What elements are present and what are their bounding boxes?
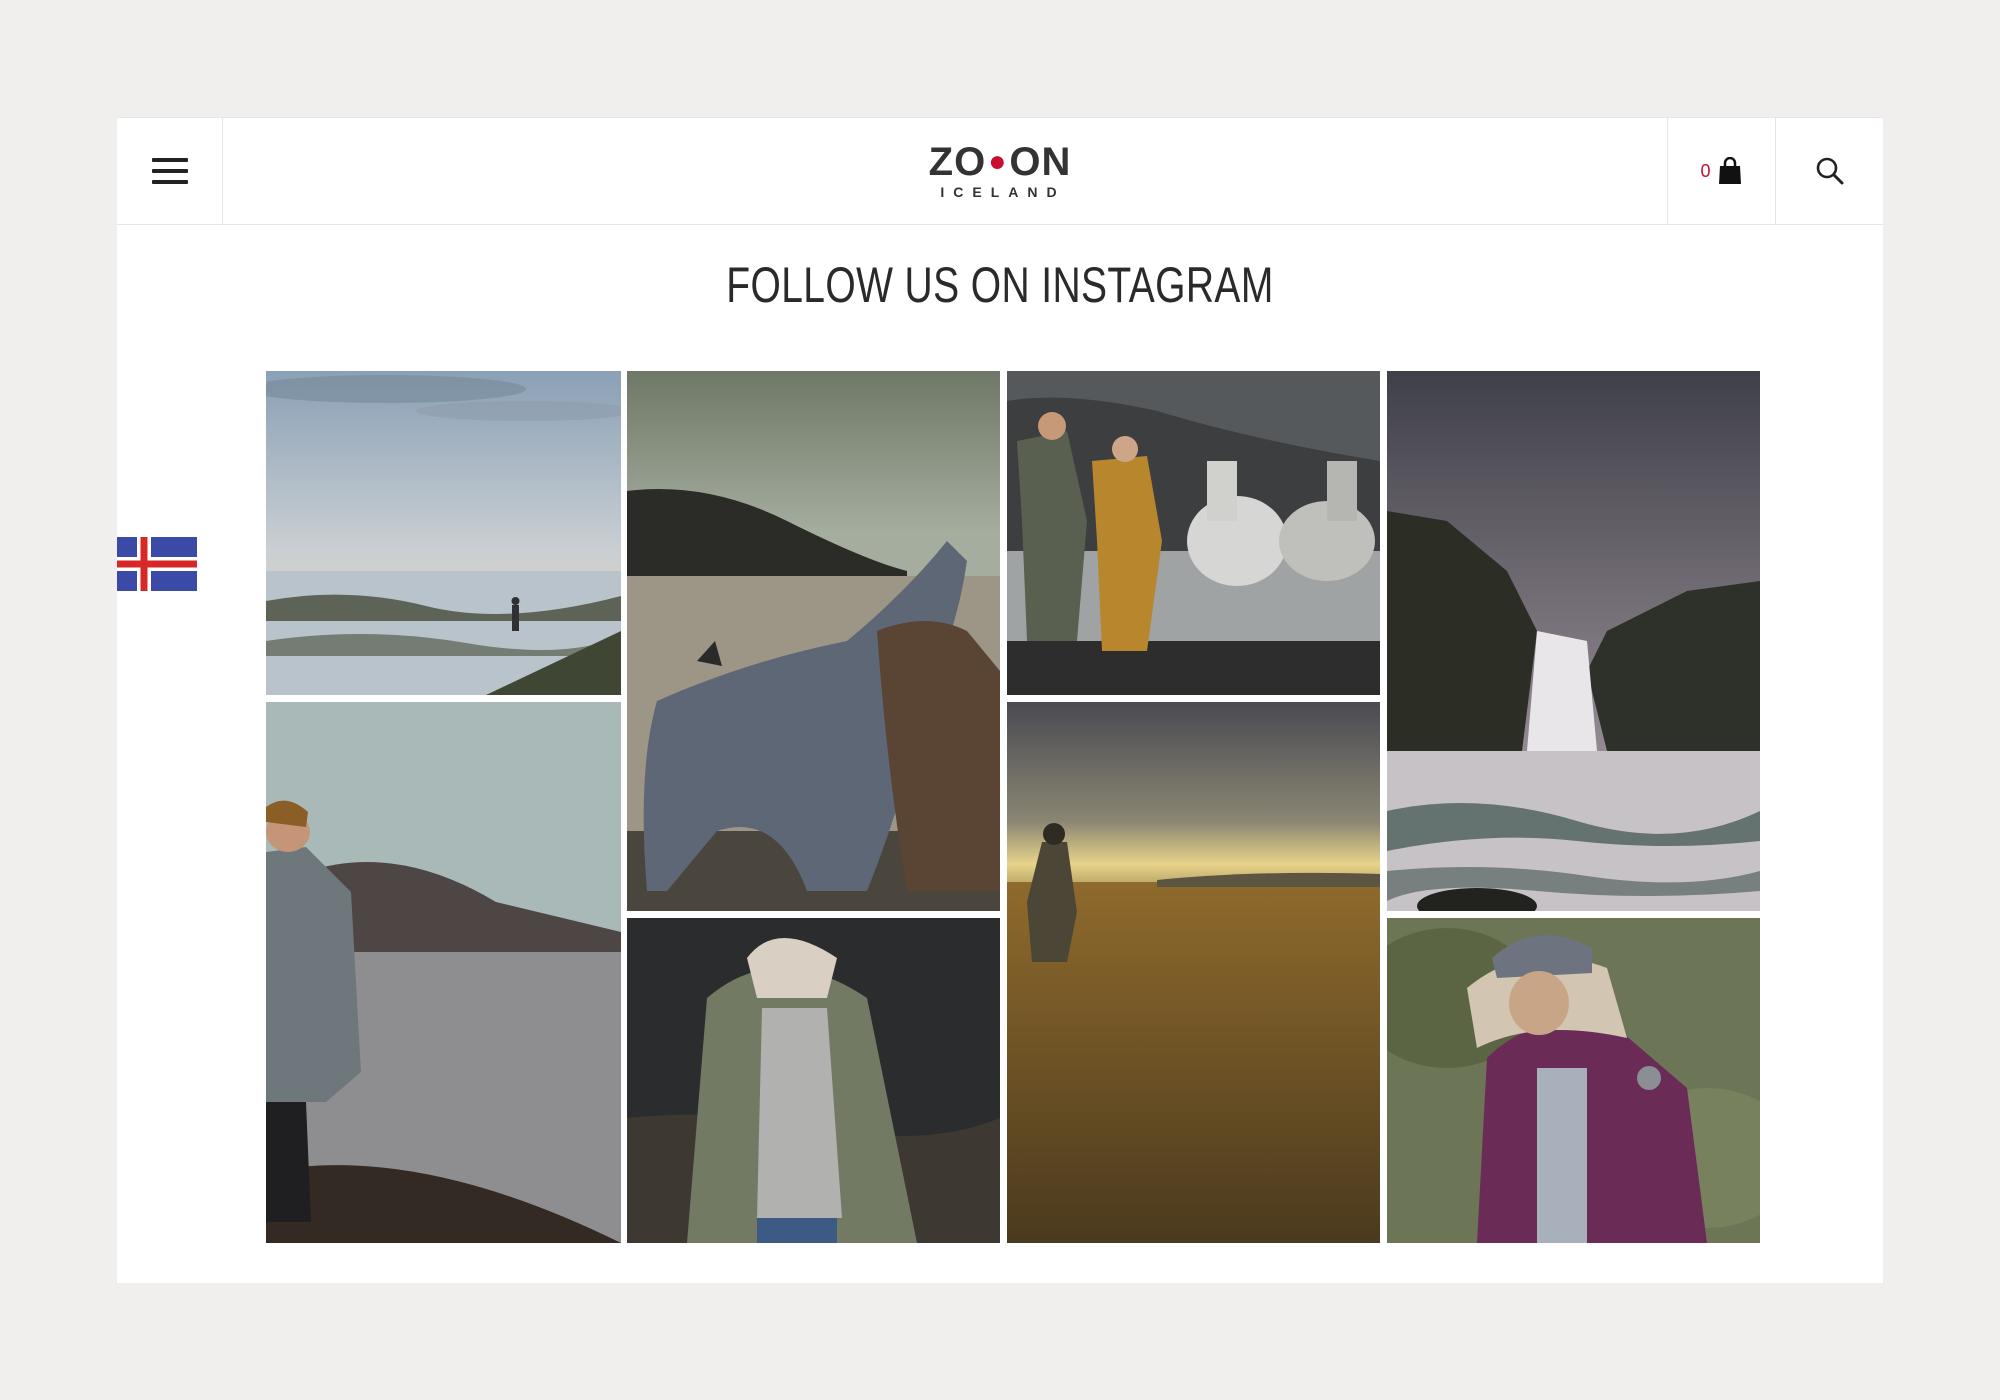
search-button[interactable] (1775, 118, 1883, 224)
instagram-post-woman-purple-parka[interactable] (1387, 918, 1760, 1243)
menu-button[interactable] (117, 118, 223, 224)
instagram-post-lone-walker-river-delta[interactable] (266, 371, 621, 695)
page: ZO●ON ICELAND 0 FOLLOW US ON INSTAGRAM (117, 117, 1883, 1283)
shopping-bag-icon (1718, 157, 1741, 184)
hamburger-menu-icon (151, 158, 188, 162)
instagram-post-sunset-grass-field[interactable] (1007, 702, 1380, 1243)
instagram-post-couple-running-with-horses[interactable] (1007, 371, 1380, 695)
cart-count: 0 (1700, 160, 1711, 181)
language-selector[interactable] (117, 537, 197, 591)
brand-logo[interactable]: ZO●ON ICELAND (912, 142, 1088, 202)
top-navigation-bar: ZO●ON ICELAND 0 (117, 117, 1883, 225)
instagram-post-woman-lakeside-parka[interactable] (266, 702, 621, 1243)
instagram-post-waterfall-basalt-canyon[interactable] (1387, 371, 1760, 911)
instagram-post-woman-green-parka[interactable] (627, 918, 1000, 1243)
iceland-flag-icon (117, 537, 197, 591)
section-title: FOLLOW US ON INSTAGRAM (726, 257, 1274, 313)
search-icon (1816, 157, 1843, 185)
cart-button[interactable]: 0 (1667, 118, 1775, 224)
instagram-post-icelandic-horses-lake[interactable] (627, 371, 1000, 911)
